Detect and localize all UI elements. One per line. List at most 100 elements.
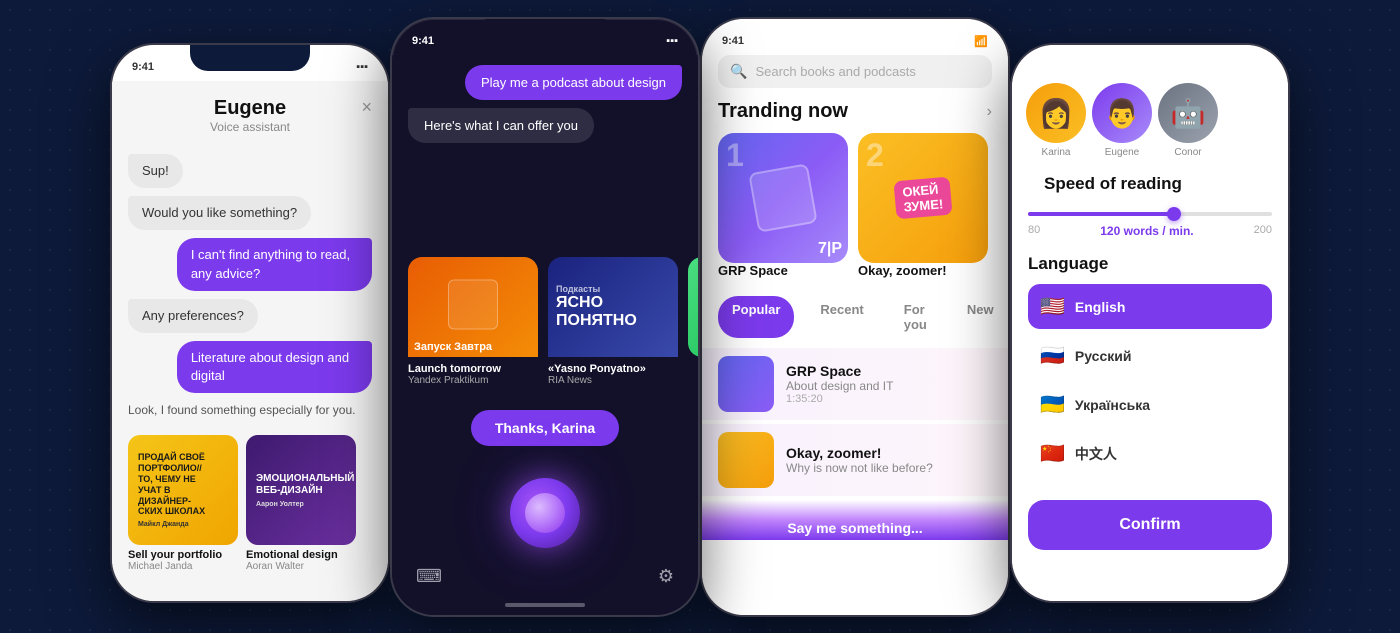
dc-card2-info: «Yasno Ponyatno» RIA News [548,357,678,392]
avatar-circle-3[interactable]: 🤖 [1158,83,1218,143]
va-message-user2: Literature about design and digital [177,341,372,393]
lang-option-english[interactable]: 🇺🇸 English [1028,284,1272,329]
phone-notch-3 [795,19,915,45]
va-book1-title: Sell your portfolio [128,549,238,561]
settings-app-screen: 👩 Karina 👨 Eugene 🤖 Conor [1012,45,1288,601]
ba-trend-card-grp[interactable]: 1 7|P [718,133,848,263]
dc-thanks-area: Thanks, Karina [392,402,698,462]
dc-card2-title: «Yasno Ponyatno» [548,363,678,375]
dc-card2-image: Подкасты ЯСНОПОНЯТНО [548,257,678,357]
phone-settings: 👩 Karina 👨 Eugene 🤖 Conor [1010,43,1290,603]
ba-tab-recent[interactable]: Recent [806,296,877,338]
ba-trending-arrow-icon[interactable]: › [987,103,992,121]
ba-list-info-1: GRP Space About design and IT 1:35:20 [786,363,992,405]
dc-settings-icon[interactable]: ⚙ [658,566,674,587]
lang-name-english: English [1075,299,1126,315]
va-close-button[interactable]: × [361,97,372,118]
speed-max: 200 [1254,224,1272,238]
ba-tab-foryou[interactable]: For you [890,296,941,338]
dc-orb[interactable] [510,478,580,548]
va-assistant-sub: Voice assistant [132,120,368,134]
phone-notch-1 [190,45,310,71]
ba-grp-cube-decoration [748,163,818,233]
ba-trend-item-2: 2 ОКЕЙЗУМЕ! Okay, zoomer! [858,133,988,278]
ba-grp-text: 7|P [818,241,842,257]
ba-list-time-1: 1:35:20 [786,393,992,405]
lang-flag-ukrainian: 🇺🇦 [1040,392,1065,417]
dc-card1-label: Запуск Завтра [414,341,532,353]
lang-flag-chinese: 🇨🇳 [1040,441,1065,466]
lang-option-chinese[interactable]: 🇨🇳 中文人 [1028,431,1272,476]
va-header: Eugene Voice assistant × [112,81,388,144]
va-book2-info: Emotional design Aoran Walter [246,545,356,576]
status-icons-2: ▪▪▪ [666,35,678,47]
avatar-item-2: 👨 Eugene [1092,83,1152,158]
status-time-1: 9:41 [132,61,154,73]
dc-card3-partial [688,257,698,357]
dc-card1-sub: Yandex Praktikum [408,375,538,386]
ba-trend-name-2: Okay, zoomer! [858,263,988,278]
ba-zoomer-text: ОКЕЙЗУМЕ! [902,181,944,214]
dc-voice-orb-area [392,462,698,558]
ba-trend-name-1: GRP Space [718,263,848,278]
avatar-name-2: Eugene [1105,147,1139,158]
phones-container: 9:41 ▪▪▪ Eugene Voice assistant × Sup! W… [0,0,1400,633]
ba-trend-item-1: 1 7|P GRP Space [718,133,848,278]
dc-podcast-card-2[interactable]: Подкасты ЯСНОПОНЯТНО «Yasno Ponyatno» RI… [548,257,678,392]
speed-title: Speed of reading [1028,170,1272,204]
dc-keyboard-icon[interactable]: ⌨ [416,566,442,587]
va-message-sup: Sup! [128,154,183,188]
avatar-name-1: Karina [1042,147,1071,158]
ba-tabs: Popular Recent For you New [702,292,1008,348]
dc-card1-decoration [448,280,498,330]
ba-list-item-2[interactable]: Okay, zoomer! Why is now not like before… [702,424,1008,496]
status-time-2: 9:41 [412,35,434,47]
dc-home-bar [505,603,585,607]
avatar-circle-2[interactable]: 👨 [1092,83,1152,143]
va-book-card-2[interactable]: ЭМОЦИОНАЛЬНЫЙВЕБ-ДИЗАЙН Аарон Уолтер [246,435,356,545]
avatar-name-3: Conor [1174,147,1201,158]
va-message-question: Would you like something? [128,196,311,230]
ba-gradient-bottom: Say me something... [702,500,1008,540]
dc-user-message: Play me a podcast about design [465,65,682,100]
dc-card2-sublabel: Подкасты [556,284,670,294]
va-messages-list: Sup! Would you like something? I can't f… [112,144,388,429]
ba-tab-popular[interactable]: Popular [718,296,794,338]
ba-list-item-1[interactable]: GRP Space About design and IT 1:35:20 [702,348,1008,420]
va-book2-cover-text: ЭМОЦИОНАЛЬНЫЙВЕБ-ДИЗАЙН [256,473,346,497]
speed-slider-thumb[interactable] [1167,207,1181,221]
va-books-list: ПРОДАЙ СВОЁПОРТФОЛИО//ТО, ЧЕМУ НЕУЧАТ ВД… [112,429,388,582]
lang-option-ukrainian[interactable]: 🇺🇦 Українська [1028,382,1272,427]
lang-option-russian[interactable]: 🇷🇺 Русский [1028,333,1272,378]
speed-labels: 80 120 words / min. 200 [1028,224,1272,238]
dc-bottom-bar: ⌨ ⚙ [392,558,698,603]
speed-slider-track[interactable] [1028,212,1272,216]
va-book2-author: Aoran Walter [246,561,356,572]
avatar-face-1: 👩 [1026,83,1086,143]
ba-trending-title: Tranding now [718,100,848,123]
va-book1-author: Michael Janda [128,561,238,572]
phone-voice-assistant: 9:41 ▪▪▪ Eugene Voice assistant × Sup! W… [110,43,390,603]
dc-card1-text-area: Запуск Завтра [414,341,532,353]
ba-list-title-1: GRP Space [786,363,992,379]
avatar-face-3: 🤖 [1158,83,1218,143]
dc-thanks-button[interactable]: Thanks, Karina [471,410,619,446]
ba-trend-card-zoomer[interactable]: 2 ОКЕЙЗУМЕ! [858,133,988,263]
avatar-item-1: 👩 Karina [1026,83,1086,158]
va-book2-author-tag: Аарон Уолтер [256,501,346,508]
dc-system-message: Here's what I can offer you [408,108,594,143]
ba-search-bar[interactable]: 🔍 Search books and podcasts [718,55,992,88]
ba-search-placeholder: Search books and podcasts [755,64,915,79]
dc-podcast-cards: Запуск Завтра Launch tomorrow Yandex Pra… [392,257,698,402]
va-message-user1: I can't find anything to read, any advic… [177,238,372,290]
dc-podcast-card-1[interactable]: Запуск Завтра Launch tomorrow Yandex Pra… [408,257,538,392]
dc-card-2: Подкасты ЯСНОПОНЯТНО «Yasno Ponyatno» RI… [548,257,678,392]
phone-notch-2 [485,19,605,45]
confirm-button[interactable]: Confirm [1028,500,1272,550]
va-book-card-1[interactable]: ПРОДАЙ СВОЁПОРТФОЛИО//ТО, ЧЕМУ НЕУЧАТ ВД… [128,435,238,545]
ba-list-sub-2: Why is now not like before? [786,461,992,475]
ba-list-info-2: Okay, zoomer! Why is now not like before… [786,445,992,475]
ba-gradient-text: Say me something... [787,520,922,536]
avatar-circle-1[interactable]: 👩 [1026,83,1086,143]
ba-tab-new[interactable]: New [953,296,1008,338]
